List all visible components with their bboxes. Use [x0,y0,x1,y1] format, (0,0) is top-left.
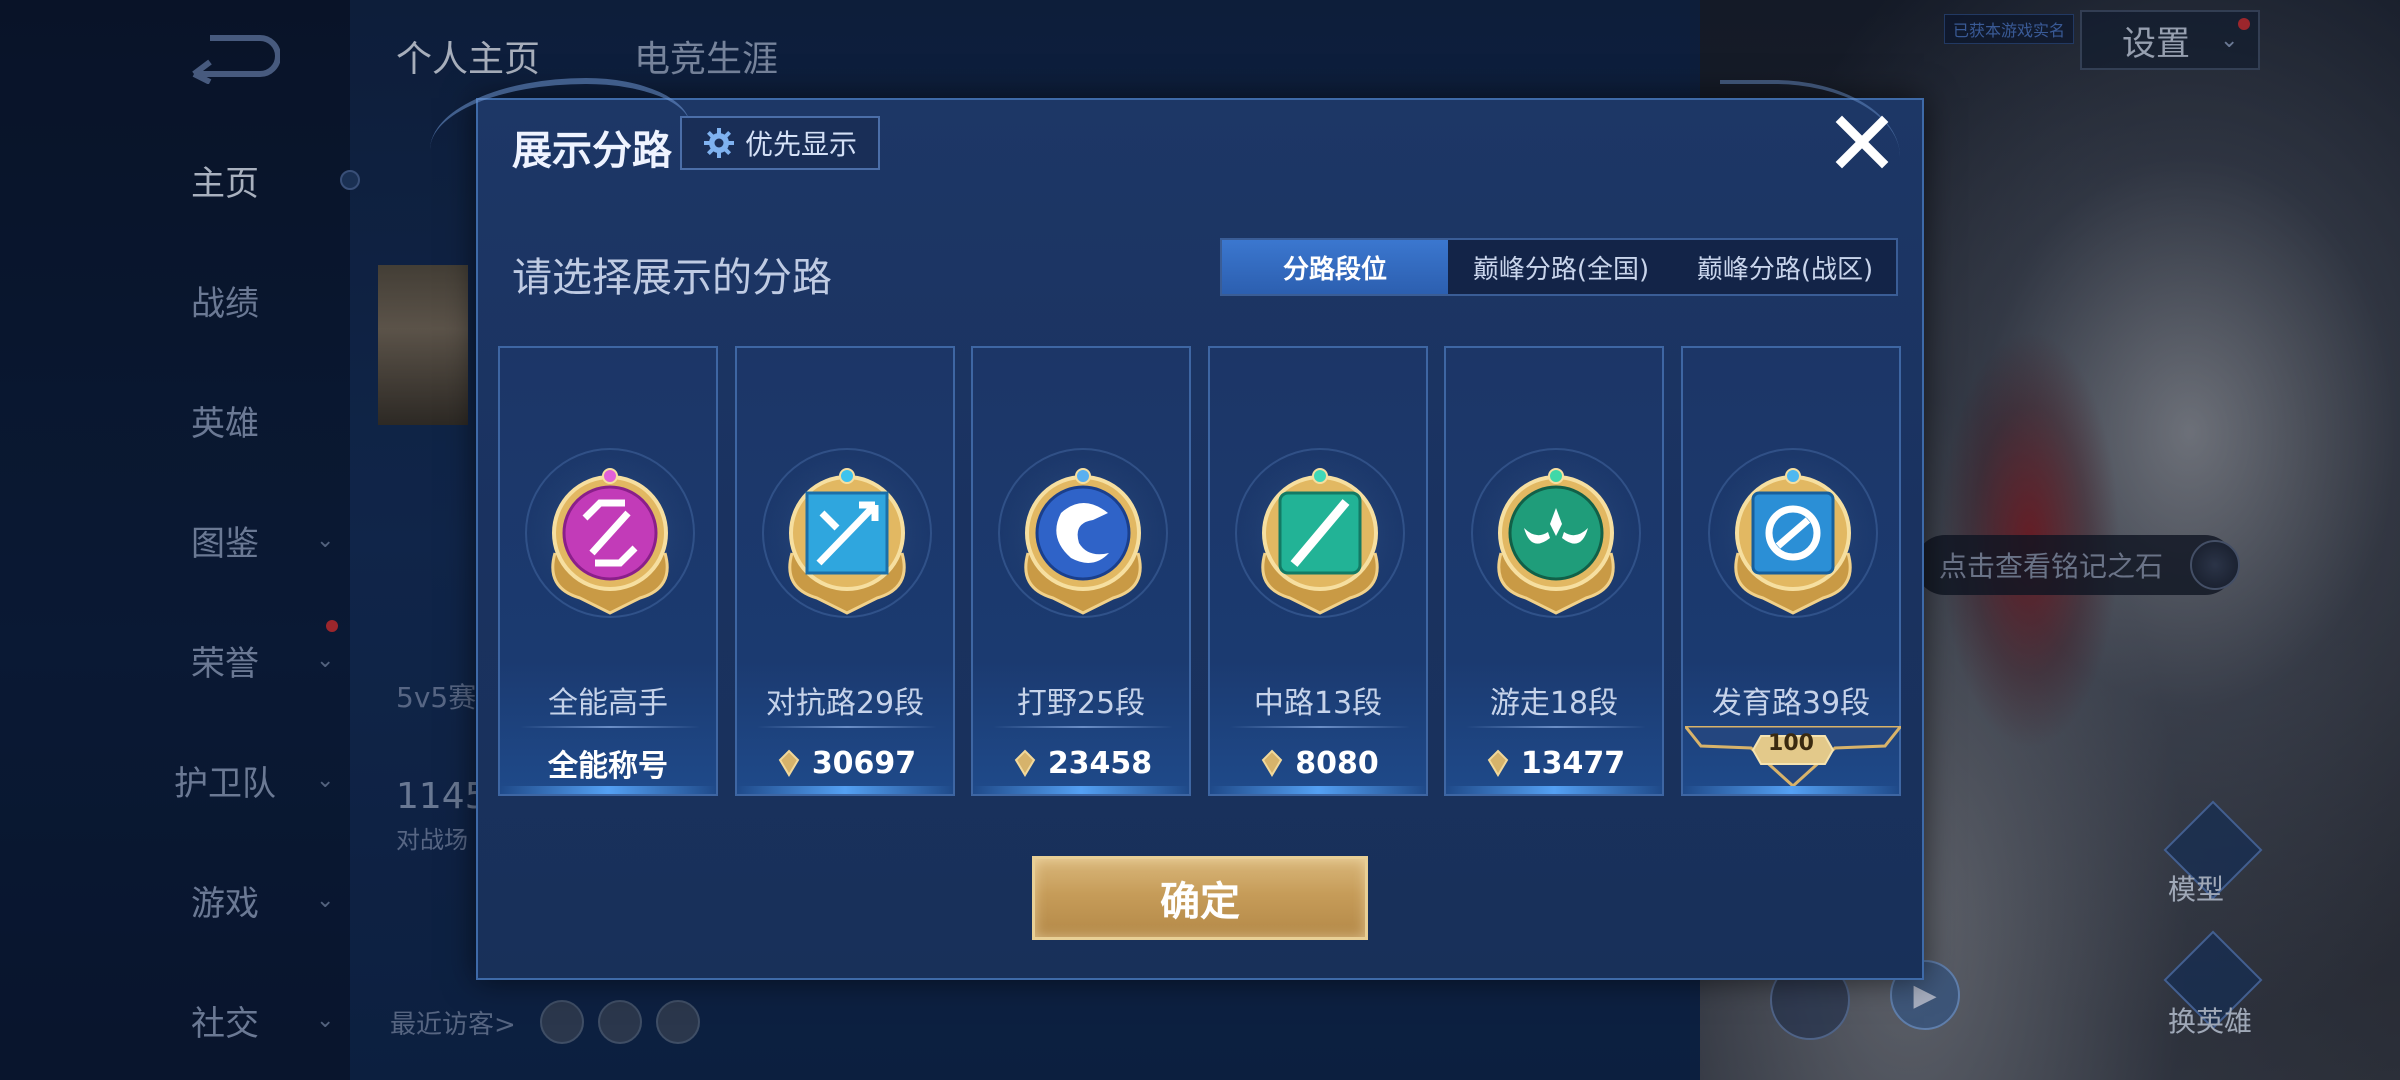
gear-icon [703,128,734,158]
lane-value: 30697 [737,743,953,783]
lane-card-allround[interactable]: 全能高手 全能称号 [498,346,718,796]
lane-name: 中路13段 [1253,686,1383,721]
priority-display-label: 优先显示 [744,128,857,161]
divider [520,726,700,728]
lane-name: 全能高手 [548,686,668,721]
dialog-subtitle: 请选择展示的分路 [512,255,832,301]
lane-score: 23458 [1047,745,1153,781]
lane-card-mid[interactable]: 中路13段 8080 [1208,346,1428,796]
dragon-icon [1024,468,1142,615]
divider [1230,726,1410,728]
sword-icon [788,468,906,615]
lane-name: 打野25段 [1016,686,1146,721]
target-icon [1734,468,1852,615]
close-icon [1835,115,1889,169]
lane-name: 游走18段 [1489,686,1619,721]
card-glow [1446,786,1662,794]
wand-icon [1261,468,1379,615]
title-text: 全能称号 [548,749,668,784]
allround-icon [551,468,669,615]
combat-power-icon [1261,749,1283,777]
combat-power-icon [1487,749,1509,777]
divider [993,726,1173,728]
card-glow [973,786,1189,794]
lane-value: 23458 [973,743,1189,783]
lane-score: 8080 [1295,745,1379,781]
lane-value: 13477 [1446,743,1662,783]
divider [757,726,937,728]
tab-lane-rank[interactable]: 分路段位 [1222,240,1448,294]
card-glow [500,786,716,794]
combat-power-icon [778,749,800,777]
divider [1466,726,1646,728]
card-glow [1683,786,1899,794]
tab-peak-region[interactable]: 巅峰分路(战区) [1674,240,1896,294]
priority-display-button[interactable]: 优先显示 [680,116,880,170]
lane-name: 发育路39段 [1711,686,1871,721]
lane-value: 8080 [1210,743,1426,783]
lane-card-roam[interactable]: 游走18段 13477 [1444,346,1664,796]
card-glow [1210,786,1426,794]
lane-card-clash[interactable]: 对抗路29段 30697 [735,346,955,796]
lane-value: 全能称号 [500,743,716,784]
dialog-title: 展示分路 [512,128,672,174]
card-glow [737,786,953,794]
confirm-button[interactable]: 确定 [1032,856,1368,940]
lane-score: 30697 [811,745,917,781]
lane-name: 对抗路29段 [765,686,925,721]
wings-icon [1497,468,1615,615]
rank-number: 100 [1768,731,1814,756]
lane-card-jungle[interactable]: 打野25段 23458 [971,346,1191,796]
lane-filter-tabs: 分路段位 巅峰分路(全国) 巅峰分路(战区) [1220,238,1898,296]
tab-peak-national[interactable]: 巅峰分路(全国) [1448,240,1674,294]
close-button[interactable] [1830,110,1894,174]
lane-score: 13477 [1520,745,1626,781]
lane-card-farm[interactable]: 发育路39段 100 [1681,346,1901,796]
lane-card-list: 全能高手 全能称号 对抗路29段 30697 打野25段 23458 中路13段… [498,346,1902,796]
combat-power-icon [1014,749,1036,777]
